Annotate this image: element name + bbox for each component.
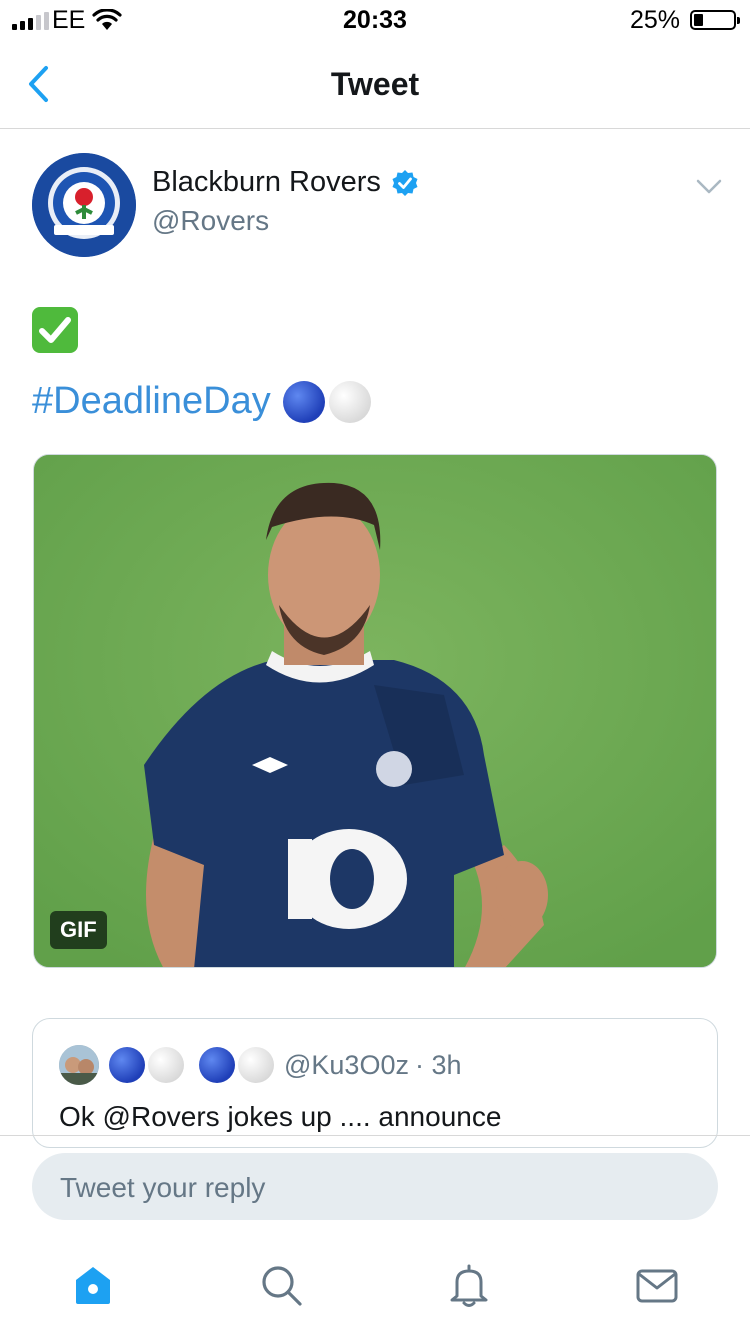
check-mark-emoji-icon	[32, 307, 78, 353]
club-crest-icon	[32, 153, 136, 257]
quoted-tweet[interactable]: @Ku3O0z · 3h Ok @Rovers jokes up .... an…	[32, 1018, 718, 1148]
avatar[interactable]	[32, 153, 136, 257]
notifications-icon[interactable]	[446, 1262, 492, 1308]
battery-icon	[690, 10, 740, 30]
home-icon[interactable]	[70, 1262, 116, 1308]
quoted-tweet-header: @Ku3O0z · 3h	[59, 1045, 462, 1085]
page-title: Tweet	[330, 66, 420, 102]
quoted-handle: @Ku3O0z	[284, 1049, 409, 1080]
author-handle[interactable]: @Rovers	[152, 205, 269, 237]
nav-bar: Tweet	[0, 40, 750, 129]
quoted-text: Ok @Rovers jokes up .... announce	[59, 1101, 502, 1132]
white-circle-emoji-icon	[238, 1047, 274, 1083]
white-circle-emoji-icon	[328, 380, 371, 423]
search-icon[interactable]	[258, 1262, 304, 1308]
chevron-down-icon[interactable]	[696, 178, 722, 196]
reply-box[interactable]	[32, 1153, 718, 1222]
author-name[interactable]: Blackburn Rovers	[152, 166, 381, 199]
battery-percent: 25%	[629, 6, 680, 34]
verified-badge-icon	[392, 169, 418, 196]
tweet-media-gif[interactable]: GIF	[33, 454, 717, 968]
status-bar: EE 20:33 25%	[0, 0, 750, 40]
quoted-timestamp: · 3h	[414, 1049, 462, 1080]
blue-circle-emoji-icon	[109, 1047, 145, 1083]
gif-badge: GIF	[50, 911, 107, 949]
divider	[0, 1135, 750, 1136]
white-circle-emoji-icon	[148, 1047, 184, 1083]
blue-circle-emoji-icon	[199, 1047, 235, 1083]
blue-circle-emoji-icon	[282, 380, 325, 423]
quoted-avatar	[59, 1045, 99, 1085]
author-row: Blackburn Rovers	[152, 166, 419, 199]
player-gif-image	[34, 455, 716, 967]
tweet-text-line: #DeadlineDay	[32, 380, 371, 423]
reply-input[interactable]	[58, 1153, 692, 1222]
hashtag-link[interactable]: #DeadlineDay	[32, 380, 271, 423]
messages-icon[interactable]	[634, 1262, 680, 1308]
